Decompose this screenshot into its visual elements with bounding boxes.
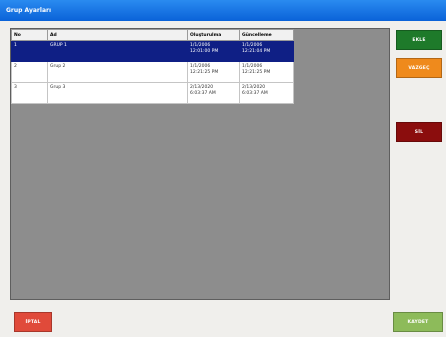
group-settings-window: Grup Ayarları No Ad Oluşturulma Güncelle… bbox=[0, 0, 446, 337]
cell-created: 1/1/2006 12:21:25 PM bbox=[187, 61, 240, 83]
cell-created: 2/13/2020 6:03:37 AM bbox=[187, 82, 240, 104]
delete-button[interactable]: SİL bbox=[396, 122, 442, 142]
table-row[interactable]: 2 Grup 2 1/1/2006 12:21:25 PM 1/1/2006 1… bbox=[11, 61, 294, 83]
cell-created: 1/1/2006 12:01:00 PM bbox=[187, 40, 240, 62]
column-header-no[interactable]: No bbox=[11, 29, 48, 41]
add-button[interactable]: EKLE bbox=[396, 30, 442, 50]
groups-grid[interactable]: No Ad Oluşturulma Güncelleme 1 GRUP 1 1/… bbox=[10, 28, 390, 300]
cell-name: Grup 2 bbox=[47, 61, 188, 83]
column-header-name[interactable]: Ad bbox=[47, 29, 188, 41]
column-header-created[interactable]: Oluşturulma bbox=[187, 29, 240, 41]
cell-name: GRUP 1 bbox=[47, 40, 188, 62]
table-row[interactable]: 3 Grup 3 2/13/2020 6:03:37 AM 2/13/2020 … bbox=[11, 82, 294, 104]
cell-updated: 1/1/2006 12:21:25 PM bbox=[239, 61, 294, 83]
cell-no: 1 bbox=[11, 40, 48, 62]
groups-table: No Ad Oluşturulma Güncelleme 1 GRUP 1 1/… bbox=[11, 29, 294, 104]
cell-name: Grup 3 bbox=[47, 82, 188, 104]
table-row[interactable]: 1 GRUP 1 1/1/2006 12:01:00 PM 1/1/2006 1… bbox=[11, 40, 294, 62]
cell-no: 2 bbox=[11, 61, 48, 83]
window-title: Grup Ayarları bbox=[0, 0, 446, 21]
cell-no: 3 bbox=[11, 82, 48, 104]
header-row: No Ad Oluşturulma Güncelleme bbox=[11, 29, 294, 41]
column-header-updated[interactable]: Güncelleme bbox=[239, 29, 294, 41]
cancel-button[interactable]: VAZGEÇ bbox=[396, 58, 442, 78]
cell-updated: 2/13/2020 6:03:37 AM bbox=[239, 82, 294, 104]
cell-updated: 1/1/2006 12:21:04 PM bbox=[239, 40, 294, 62]
save-button[interactable]: KAYDET bbox=[393, 312, 443, 332]
back-button[interactable]: İPTAL bbox=[14, 312, 52, 332]
